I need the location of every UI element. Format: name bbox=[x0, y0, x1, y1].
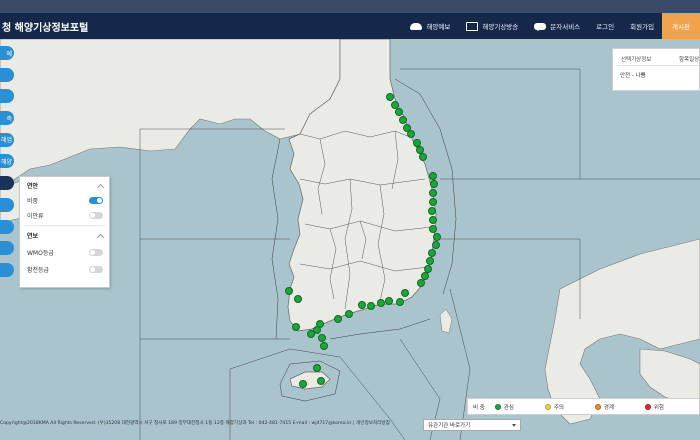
station-marker[interactable] bbox=[432, 241, 440, 249]
toggle-rip-current[interactable] bbox=[89, 212, 103, 219]
station-marker[interactable] bbox=[358, 301, 366, 309]
toggle-wave[interactable] bbox=[89, 197, 103, 204]
station-marker[interactable] bbox=[313, 364, 321, 372]
station-marker[interactable] bbox=[345, 310, 353, 318]
chevron-up-icon[interactable] bbox=[96, 183, 105, 191]
station-marker[interactable] bbox=[429, 198, 437, 206]
layer-item-storm: 황천등급 bbox=[27, 265, 103, 274]
toggle-storm[interactable] bbox=[89, 266, 103, 273]
status-item-interest: 관심 bbox=[494, 403, 535, 411]
monitor-icon bbox=[466, 21, 479, 31]
nav-login[interactable]: 로그인 bbox=[588, 13, 622, 39]
sidebar-tab-10[interactable] bbox=[0, 241, 14, 256]
layer-panel: 연안 비중 이안류 연보 WMO등급 황천등급 bbox=[19, 176, 110, 288]
layer-item-label: WMO등급 bbox=[27, 250, 54, 257]
land-japan-south bbox=[639, 348, 700, 405]
station-marker[interactable] bbox=[396, 298, 404, 306]
station-marker[interactable] bbox=[307, 330, 315, 338]
station-marker[interactable] bbox=[428, 249, 436, 257]
layer-item-label: 이안류 bbox=[27, 213, 44, 220]
status-dot bbox=[494, 403, 501, 410]
station-marker[interactable] bbox=[417, 279, 425, 287]
info-col-2: 항목일상 bbox=[679, 57, 700, 63]
status-dot bbox=[644, 403, 651, 410]
station-marker[interactable] bbox=[419, 153, 427, 161]
cloud-icon bbox=[410, 22, 423, 30]
station-marker[interactable] bbox=[320, 342, 328, 350]
station-marker[interactable] bbox=[292, 323, 300, 331]
sidebar-tabs: 예 측 해업 해양 bbox=[0, 46, 14, 285]
station-marker[interactable] bbox=[433, 233, 441, 241]
sidebar-tab-8[interactable] bbox=[0, 197, 14, 212]
station-marker[interactable] bbox=[367, 302, 375, 310]
top-strip bbox=[0, 0, 700, 13]
status-item-alert: 경계 bbox=[594, 403, 635, 411]
station-marker[interactable] bbox=[407, 130, 415, 138]
land-china bbox=[0, 39, 341, 190]
status-item-danger: 위험 bbox=[644, 403, 685, 411]
related-sites-select[interactable]: 유관기관 바로가기 bbox=[423, 419, 521, 431]
footer-text: Copyright@2018KMA All Rights Reserved. (… bbox=[0, 421, 390, 426]
sidebar-tab-4[interactable]: 측 bbox=[0, 111, 14, 126]
status-legend-prefix: 비 중 bbox=[473, 404, 485, 411]
layer-item-wave: 비중 bbox=[27, 196, 103, 205]
layer-item-label: 황천등급 bbox=[27, 267, 50, 274]
nav-signup[interactable]: 회원가입 bbox=[622, 13, 662, 39]
sidebar-tab-5[interactable]: 해업 bbox=[0, 132, 14, 147]
station-marker[interactable] bbox=[385, 297, 393, 305]
layer-item-label: 비중 bbox=[27, 198, 39, 205]
info-panel: 선택기상정보 항목일상 안전 - 나쁨 bbox=[612, 48, 700, 91]
station-marker[interactable] bbox=[426, 257, 434, 265]
station-marker[interactable] bbox=[428, 207, 436, 215]
sidebar-tab-2[interactable] bbox=[0, 67, 14, 82]
station-marker[interactable] bbox=[429, 225, 437, 233]
station-marker[interactable] bbox=[285, 287, 293, 295]
station-marker[interactable] bbox=[429, 189, 437, 197]
nav-marine-forecast[interactable]: 해양예보 bbox=[402, 13, 458, 39]
station-marker[interactable] bbox=[294, 295, 302, 303]
site-title[interactable]: 청 해양기상정보포털 bbox=[2, 19, 88, 34]
chat-icon bbox=[534, 22, 547, 31]
chevron-down-icon bbox=[512, 423, 516, 427]
status-dot bbox=[544, 403, 551, 410]
station-marker[interactable] bbox=[317, 377, 325, 385]
divider bbox=[24, 225, 105, 226]
sidebar-tab-3[interactable] bbox=[0, 89, 14, 104]
sidebar-tab-1[interactable]: 예 bbox=[0, 46, 14, 60]
station-marker[interactable] bbox=[429, 216, 437, 224]
station-marker[interactable] bbox=[299, 380, 307, 388]
land-tsushima bbox=[439, 308, 453, 334]
status-dot bbox=[594, 403, 601, 410]
station-marker[interactable] bbox=[399, 116, 407, 124]
nav-marine-broadcast[interactable]: 해양기상방송 bbox=[458, 13, 526, 39]
sidebar-tab-11[interactable] bbox=[0, 262, 14, 277]
sidebar-tab-9[interactable] bbox=[0, 219, 14, 234]
info-col-1: 선택기상정보 bbox=[621, 57, 652, 63]
nav-sms-service[interactable]: 문자서비스 bbox=[526, 13, 588, 39]
info-value: 안전 - 나쁨 bbox=[620, 73, 646, 79]
station-marker[interactable] bbox=[386, 93, 394, 101]
station-marker[interactable] bbox=[429, 172, 437, 180]
layer-item-wmo: WMO등급 bbox=[27, 248, 103, 257]
toggle-wmo[interactable] bbox=[89, 249, 103, 256]
layer-group-forecast[interactable]: 연보 bbox=[27, 231, 105, 241]
nav-board[interactable]: 게시판 bbox=[662, 13, 700, 39]
station-marker[interactable] bbox=[377, 299, 385, 307]
layer-group-coastal[interactable]: 연안 bbox=[27, 181, 105, 191]
layer-item-rip-current: 이안류 bbox=[27, 211, 103, 220]
station-marker[interactable] bbox=[401, 289, 409, 297]
sidebar-tab-7[interactable] bbox=[0, 176, 14, 191]
divider bbox=[617, 65, 699, 66]
header: 청 해양기상정보포털 해양예보 해양기상방송 문자서비스 로그인 회원가입 게시… bbox=[0, 13, 700, 39]
status-legend: 비 중 관심 주의 경계 위험 bbox=[467, 398, 700, 415]
station-marker[interactable] bbox=[334, 315, 342, 323]
status-item-caution: 주의 bbox=[544, 403, 585, 411]
sidebar-tab-6[interactable]: 해양 bbox=[0, 154, 14, 169]
station-marker[interactable] bbox=[318, 334, 326, 342]
station-marker[interactable] bbox=[430, 180, 438, 188]
chevron-up-icon[interactable] bbox=[96, 233, 105, 241]
header-nav: 해양예보 해양기상방송 문자서비스 로그인 회원가입 게시판 bbox=[402, 13, 700, 39]
station-marker[interactable] bbox=[395, 108, 403, 116]
